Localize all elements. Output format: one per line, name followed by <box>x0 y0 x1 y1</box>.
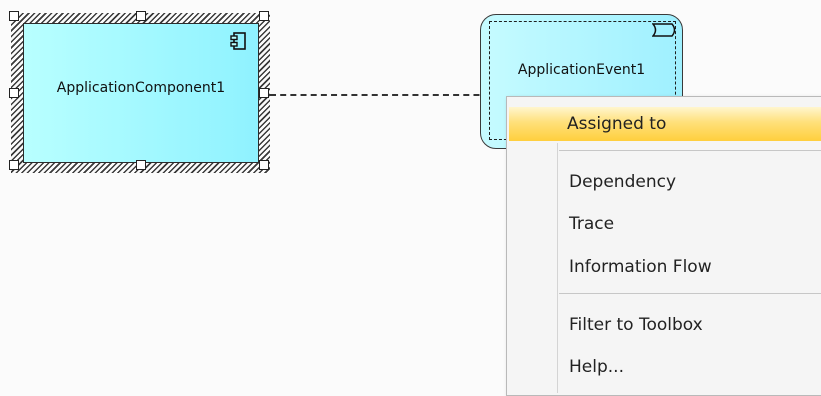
menu-item-trace[interactable]: Trace <box>511 207 821 241</box>
menu-item-dependency[interactable]: Dependency <box>511 165 821 199</box>
menu-item-label: Dependency <box>569 172 677 192</box>
menu-item-label: Information Flow <box>569 257 712 277</box>
event-name-label: ApplicationEvent1 <box>517 62 646 78</box>
menu-item-information-flow[interactable]: Information Flow <box>511 250 821 284</box>
resize-handle-bottom[interactable] <box>136 160 146 170</box>
component-name-label: ApplicationComponent1 <box>56 80 226 96</box>
component-icon <box>230 32 246 50</box>
resize-handle-top-right[interactable] <box>259 11 269 21</box>
menu-item-assigned-to[interactable]: Assigned to <box>509 107 821 141</box>
application-component-element[interactable]: ApplicationComponent1 <box>23 23 259 163</box>
menu-separator <box>559 150 821 151</box>
menu-item-label: Assigned to <box>567 114 667 134</box>
menu-item-label: Filter to Toolbox <box>569 315 703 335</box>
resize-handle-bottom-right[interactable] <box>259 160 269 170</box>
menu-item-help[interactable]: Help... <box>511 350 821 384</box>
resize-handle-left[interactable] <box>9 88 19 98</box>
event-icon <box>652 23 676 37</box>
diagram-canvas[interactable]: ApplicationComponent1 ApplicationEvent1 … <box>0 0 821 396</box>
resize-handle-bottom-left[interactable] <box>9 160 19 170</box>
resize-handle-top[interactable] <box>136 11 146 21</box>
resize-handle-top-left[interactable] <box>9 11 19 21</box>
menu-item-label: Trace <box>569 214 615 234</box>
menu-separator <box>559 293 821 294</box>
menu-item-filter-to-toolbox[interactable]: Filter to Toolbox <box>511 308 821 342</box>
dashed-connector-line[interactable] <box>270 94 510 96</box>
context-menu: Assigned to Dependency Trace Information… <box>506 96 821 396</box>
resize-handle-right[interactable] <box>259 88 269 98</box>
menu-item-label: Help... <box>569 357 624 377</box>
